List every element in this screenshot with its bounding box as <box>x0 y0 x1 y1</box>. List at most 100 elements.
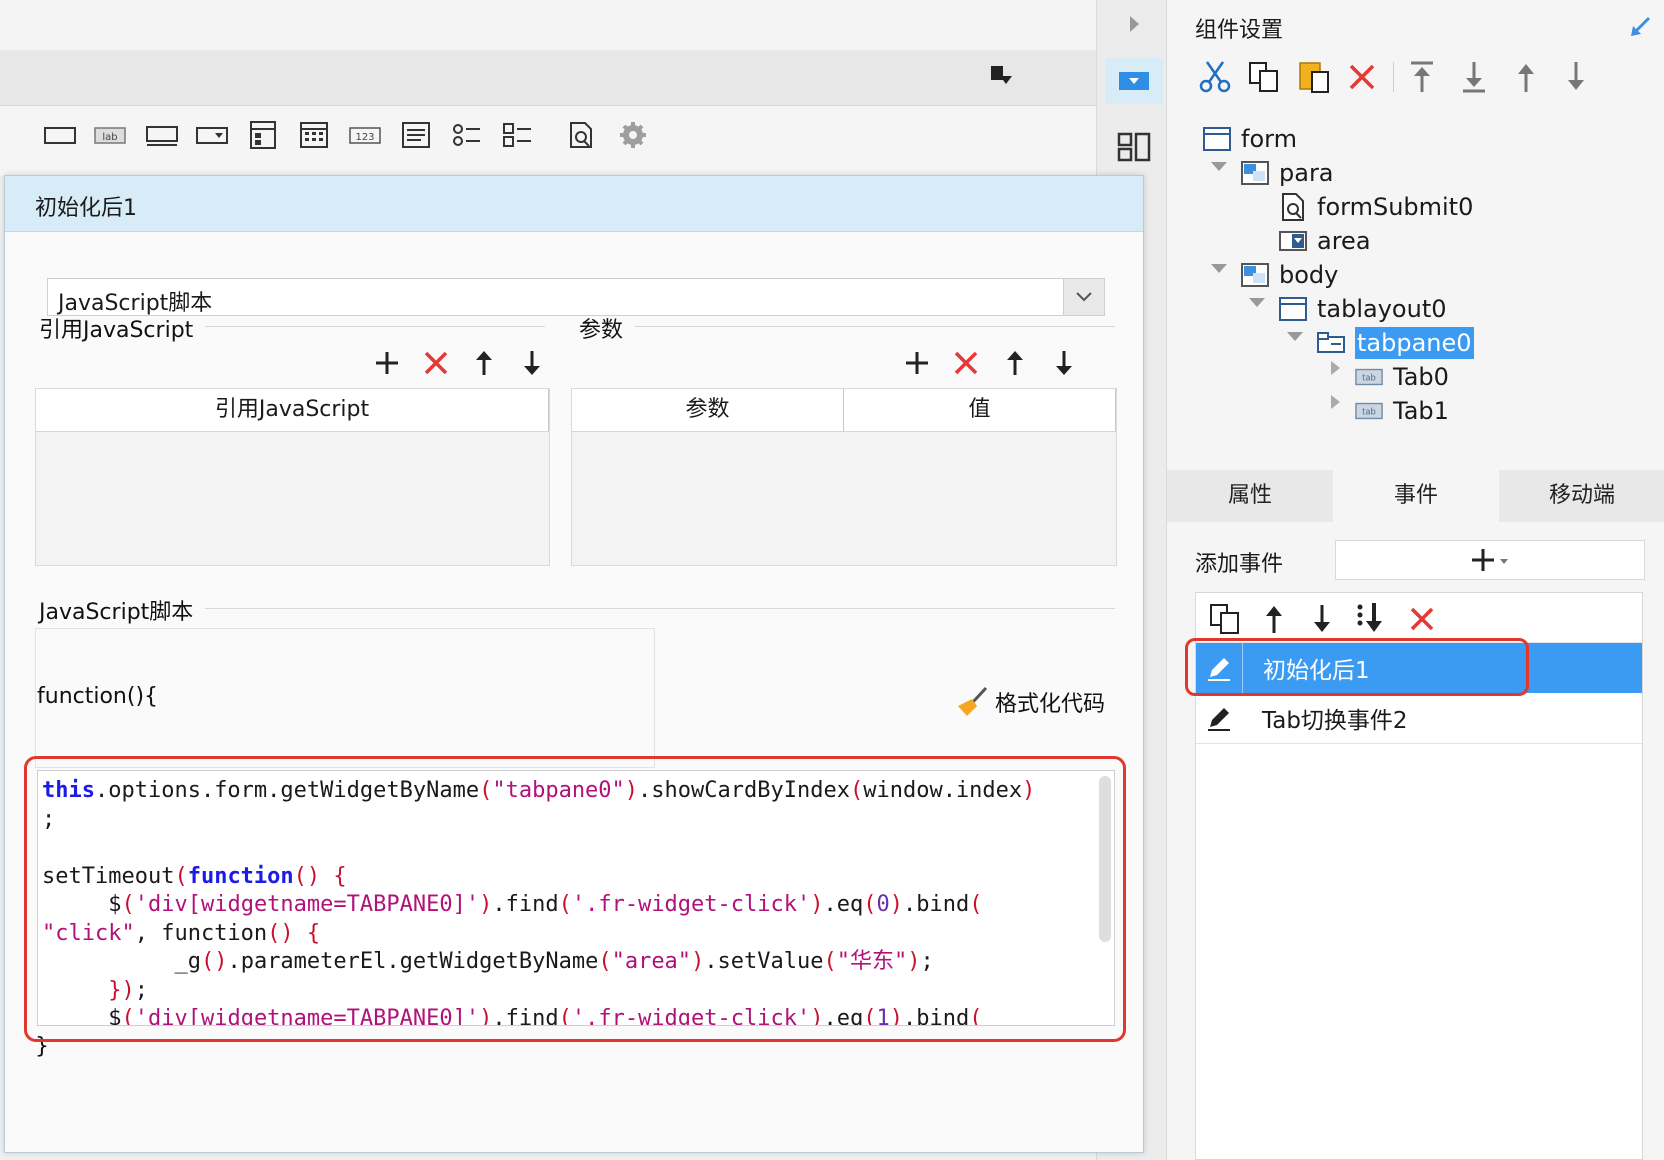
collapsed-arrow-icon[interactable] <box>1331 395 1340 409</box>
radio-group-widget-icon[interactable] <box>449 120 485 150</box>
move-top-icon[interactable] <box>1407 60 1437 94</box>
paste-icon[interactable] <box>1297 58 1331 94</box>
edit-pencil-icon <box>1196 693 1242 743</box>
number-widget-icon[interactable]: 123 <box>347 120 383 150</box>
function-header: function(){ <box>37 684 159 709</box>
form-icon <box>1203 126 1231 152</box>
tree-node-tablayout0[interactable]: tablayout0 <box>1279 292 1447 326</box>
delete-icon[interactable] <box>1408 605 1436 633</box>
layout-toggle-icon[interactable] <box>988 62 1014 88</box>
table-header: 引用JavaScript <box>36 389 549 432</box>
tree-node-formsubmit0[interactable]: formSubmit0 <box>1279 190 1473 224</box>
submit-icon <box>1279 193 1307 221</box>
code-editor[interactable]: this.options.form.getWidgetByName("tabpa… <box>37 770 1115 1026</box>
search-query-widget-icon[interactable] <box>564 120 600 150</box>
move-down-icon[interactable] <box>1308 603 1336 635</box>
column-header-value[interactable]: 值 <box>844 389 1116 431</box>
copy-icon[interactable] <box>1247 60 1281 94</box>
event-row[interactable]: Tab切换事件2 <box>1196 693 1642 744</box>
table-header: 参数 值 <box>572 389 1116 432</box>
function-closing-brace: } <box>35 1034 49 1059</box>
label-widget-icon[interactable]: lab <box>92 120 128 150</box>
expanded-arrow-icon[interactable] <box>1287 332 1303 341</box>
event-list: 初始化后1 Tab切换事件2 <box>1195 592 1643 1160</box>
script-type-select[interactable]: JavaScript脚本 <box>47 278 1105 316</box>
tab-mobile[interactable]: 移动端 <box>1499 470 1664 522</box>
para-icon <box>1241 160 1269 186</box>
tree-node-label: formSubmit0 <box>1317 193 1474 221</box>
tab-properties[interactable]: 属性 <box>1167 470 1333 522</box>
pin-arrow-icon[interactable] <box>1629 14 1653 38</box>
checkbox-group-widget-icon[interactable] <box>500 120 536 150</box>
tree-node-area[interactable]: area <box>1279 224 1371 258</box>
tree-node-tab0[interactable]: tab Tab0 <box>1355 360 1449 394</box>
tab-events[interactable]: 事件 <box>1333 470 1499 522</box>
delete-icon[interactable] <box>419 346 453 380</box>
dialog-title: 初始化后1 <box>35 196 137 221</box>
column-header-ref-js[interactable]: 引用JavaScript <box>36 389 549 431</box>
section-divider <box>205 326 545 327</box>
layout-panel-icon[interactable] <box>1117 132 1151 162</box>
tree-node-label-selected: tabpane0 <box>1355 327 1474 359</box>
body-icon <box>1241 262 1269 288</box>
panel-title: 组件设置 <box>1195 18 1284 43</box>
delete-icon[interactable] <box>949 346 983 380</box>
chevron-down-icon[interactable] <box>1063 279 1104 315</box>
expanded-arrow-icon[interactable] <box>1211 162 1227 171</box>
dropdown-widget-icon[interactable] <box>194 120 230 150</box>
svg-text:lab: lab <box>102 132 117 143</box>
component-dock-button[interactable] <box>1105 58 1163 104</box>
settings-gear-icon[interactable] <box>615 120 651 150</box>
textbox-widget-icon[interactable] <box>42 120 78 150</box>
move-up-icon[interactable] <box>1511 60 1541 94</box>
expanded-arrow-icon[interactable] <box>1249 298 1265 307</box>
tree-node-tab1[interactable]: tab Tab1 <box>1355 394 1449 428</box>
code-scrollbar[interactable] <box>1099 776 1111 942</box>
edit-pencil-icon <box>1196 643 1243 693</box>
dialog-header: 初始化后1 <box>5 176 1143 232</box>
event-row-selected[interactable]: 初始化后1 <box>1196 643 1642 693</box>
add-icon[interactable] <box>370 346 404 380</box>
event-editor-dialog: 初始化后1 JavaScript脚本 引用JavaScript 引用JavaSc… <box>4 175 1144 1153</box>
expanded-arrow-icon[interactable] <box>1211 264 1227 273</box>
move-bottom-icon[interactable] <box>1459 60 1489 94</box>
expand-arrow-icon[interactable] <box>1127 14 1141 34</box>
move-up-icon[interactable] <box>998 346 1032 380</box>
sort-down-icon[interactable] <box>1354 601 1388 635</box>
tree-node-label: para <box>1279 159 1334 187</box>
section-divider <box>635 326 1115 327</box>
tree-node-label: Tab0 <box>1393 363 1449 391</box>
cut-icon[interactable] <box>1197 60 1233 94</box>
svg-text:tab: tab <box>1362 373 1376 383</box>
tree-node-para[interactable]: para <box>1241 156 1334 190</box>
move-up-icon[interactable] <box>467 346 501 380</box>
tree-node-form[interactable]: form <box>1203 122 1297 156</box>
collapsed-arrow-icon[interactable] <box>1331 361 1340 375</box>
add-event-dropdown[interactable] <box>1335 540 1645 580</box>
ref-js-table: 引用JavaScript <box>35 388 550 566</box>
column-header-param[interactable]: 参数 <box>572 389 844 431</box>
tree-node-label: form <box>1241 125 1297 153</box>
tree-node-label: Tab1 <box>1393 397 1449 425</box>
tree-node-label: tablayout0 <box>1317 295 1447 323</box>
textarea-widget-icon[interactable] <box>398 120 434 150</box>
tree-node-label: area <box>1317 227 1371 255</box>
toolbar-divider <box>1393 62 1394 92</box>
add-icon[interactable] <box>900 346 934 380</box>
format-code-button[interactable]: 格式化代码 <box>955 686 1105 718</box>
tree-widget-icon[interactable] <box>245 120 281 150</box>
move-down-icon[interactable] <box>515 346 549 380</box>
event-label: Tab切换事件2 <box>1262 708 1408 734</box>
button-widget-icon[interactable] <box>144 120 180 150</box>
move-down-icon[interactable] <box>1047 346 1081 380</box>
tree-node-body[interactable]: body <box>1241 258 1338 292</box>
delete-icon[interactable] <box>1347 62 1377 92</box>
copy-icon[interactable] <box>1208 603 1242 635</box>
move-up-icon[interactable] <box>1260 603 1288 635</box>
params-section-label: 参数 <box>579 318 624 343</box>
tree-node-tabpane0[interactable]: tabpane0 <box>1317 326 1474 360</box>
format-code-label: 格式化代码 <box>995 692 1106 717</box>
move-down-icon[interactable] <box>1561 60 1591 94</box>
widget-toolbar: lab 123 <box>0 106 1098 176</box>
date-widget-icon[interactable] <box>296 120 332 150</box>
